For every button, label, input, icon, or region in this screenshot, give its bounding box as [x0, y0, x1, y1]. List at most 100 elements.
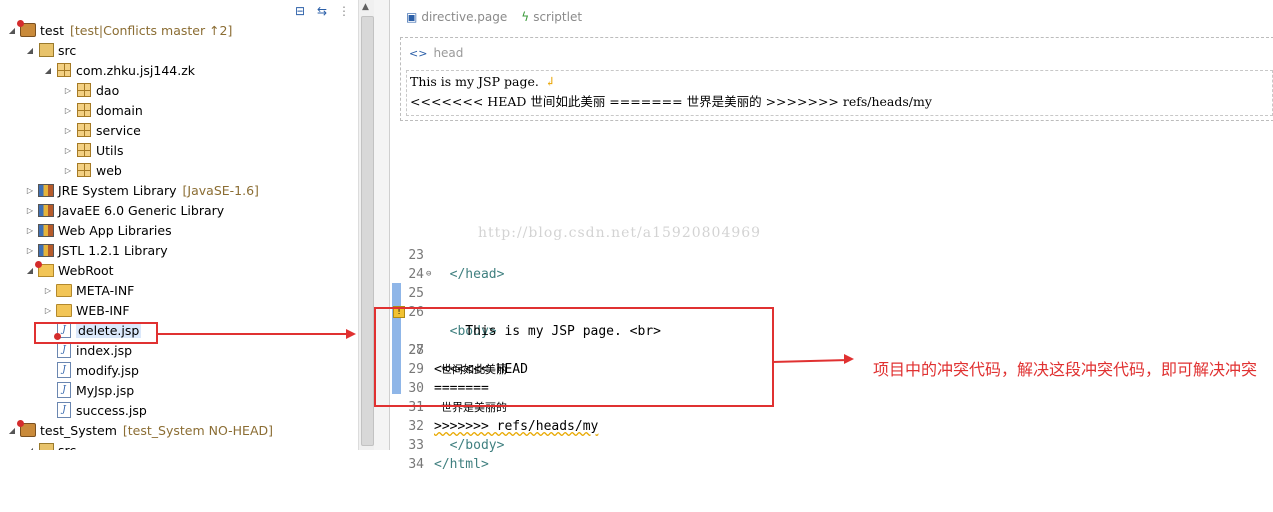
head-element-box[interactable]: <> head This is my JSP page. ↲ <<<<<<< HE…: [400, 37, 1273, 121]
collapsed-icon[interactable]: ▷: [62, 166, 74, 175]
tree-item-package-domain[interactable]: ▷ domain: [62, 100, 143, 120]
tree-item-package-utils[interactable]: ▷ Utils: [62, 140, 124, 160]
tree-item-label: modify.jsp: [76, 362, 139, 378]
expanded-icon[interactable]: ◢: [24, 446, 36, 451]
tree-item-project-test[interactable]: ◢ test [test|Conflicts master ↑2]: [6, 20, 232, 40]
jsp-file-icon: J: [56, 362, 72, 378]
body-element-box[interactable]: This is my JSP page. ↲ <<<<<<< HEAD 世间如此美…: [406, 70, 1273, 116]
jsp-file-icon: J: [56, 342, 72, 358]
git-decoration: [test_System NO-HEAD]: [122, 422, 273, 438]
body-text-line-2: <<<<<<< HEAD 世间如此美丽 ======= 世界是美丽的 >>>>>…: [410, 94, 932, 109]
tree-item-webapp-libraries[interactable]: ▷ Web App Libraries: [24, 220, 172, 240]
code-line: 25 ⊖ <body>: [390, 265, 1273, 339]
design-palette: ▣ directive.page ϟ scriptlet: [406, 10, 582, 24]
head-tag: <> head: [409, 46, 463, 60]
tree-item-src-2[interactable]: ◢ src: [24, 440, 76, 450]
tree-item-myjsp-jsp[interactable]: J MyJsp.jsp: [56, 380, 134, 400]
tag-icon: <>: [409, 46, 428, 60]
view-menu-icon[interactable]: ⋮: [336, 3, 352, 19]
arrow-right-icon: [844, 354, 854, 364]
fold-icon[interactable]: ⊖: [426, 265, 431, 284]
collapsed-icon[interactable]: ▷: [62, 146, 74, 155]
explorer-scrollbar[interactable]: ▲: [358, 0, 375, 450]
tree-item-package-web[interactable]: ▷ web: [62, 160, 122, 180]
tree-item-project-test-system[interactable]: ◢ test_System [test_System NO-HEAD]: [6, 420, 273, 440]
tree-item-package-dao[interactable]: ▷ dao: [62, 80, 119, 100]
code-line: 24: [390, 246, 1273, 282]
collapsed-icon[interactable]: ▷: [62, 86, 74, 95]
tree-item-label: com.zhku.jsj144.zk: [76, 62, 195, 78]
tree-item-label: MyJsp.jsp: [76, 382, 135, 398]
expanded-icon[interactable]: ◢: [6, 26, 18, 35]
tree-item-jre-library[interactable]: ▷ JRE System Library [JavaSE-1.6]: [24, 180, 259, 200]
expanded-icon[interactable]: ◢: [42, 66, 54, 75]
tree-item-src[interactable]: ◢ src: [24, 40, 76, 60]
tree-item-javaee-library[interactable]: ▷ JavaEE 6.0 Generic Library: [24, 200, 224, 220]
collapsed-icon[interactable]: ▷: [62, 106, 74, 115]
tree-item-label: src: [58, 442, 77, 451]
head-tag-label: head: [433, 46, 464, 60]
tree-item-label: src: [58, 42, 77, 58]
package-icon: [76, 122, 92, 138]
expanded-icon[interactable]: ◢: [24, 46, 36, 55]
line-number: 34: [408, 457, 424, 472]
tree-item-web-inf[interactable]: ▷ WEB-INF: [42, 300, 130, 320]
code-line: 34: [390, 436, 1273, 472]
source-folder-icon: [38, 42, 54, 58]
scrollbar-thumb[interactable]: [361, 16, 374, 446]
library-icon: [38, 182, 54, 198]
tree-item-webroot[interactable]: ◢ WebRoot: [24, 260, 114, 280]
collapsed-icon[interactable]: ▷: [62, 126, 74, 135]
code-line: 33 </html>: [390, 417, 1273, 472]
webroot-folder-icon: [35, 260, 54, 278]
watermark: http://blog.csdn.net/a15920804969: [478, 225, 762, 241]
project-icon: [17, 20, 36, 38]
code-text: </html>: [434, 457, 489, 472]
palette-item-directive-page[interactable]: ▣ directive.page: [406, 10, 507, 24]
tree-item-label: test: [40, 22, 65, 38]
tree-item-meta-inf[interactable]: ▷ META-INF: [42, 280, 134, 300]
package-icon: [76, 102, 92, 118]
tree-item-modify-jsp[interactable]: J modify.jsp: [56, 360, 139, 380]
tree-item-package-service[interactable]: ▷ service: [62, 120, 141, 140]
tree-item-package-root[interactable]: ◢ com.zhku.jsj144.zk: [42, 60, 195, 80]
link-with-editor-icon[interactable]: ⇆: [314, 3, 330, 19]
collapsed-icon[interactable]: ▷: [24, 226, 36, 235]
highlight-box-conflict: [374, 307, 774, 407]
design-view: ▣ directive.page ϟ scriptlet <> head Thi…: [390, 0, 1273, 234]
collapse-all-icon[interactable]: ⊟: [292, 3, 308, 19]
jsp-file-icon: J: [56, 402, 72, 418]
tree-item-label: test_System: [40, 422, 117, 438]
body-text-line-1: This is my JSP page. ↲: [410, 72, 555, 92]
code-line: 26 This is my JSP page. <br>: [390, 284, 1273, 339]
tree-item-label: WebRoot: [58, 262, 114, 278]
jsp-file-icon: J: [56, 382, 72, 398]
collapsed-icon[interactable]: ▷: [24, 246, 36, 255]
body-text: This is my JSP page.: [410, 74, 539, 89]
scroll-up-icon[interactable]: ▲: [362, 2, 369, 12]
collapsed-icon[interactable]: ▷: [42, 306, 54, 315]
source-folder-icon: [38, 442, 54, 450]
palette-item-label: scriptlet: [533, 10, 583, 24]
tree-item-label: JRE System Library: [58, 182, 177, 198]
expanded-icon[interactable]: ◢: [24, 266, 36, 275]
tree-item-label: index.jsp: [76, 342, 133, 358]
expanded-icon[interactable]: ◢: [6, 426, 18, 435]
collapsed-icon[interactable]: ▷: [24, 186, 36, 195]
folder-icon: [56, 302, 72, 318]
highlight-box-delete-jsp: [34, 322, 158, 344]
arrow-right-icon: [346, 329, 356, 339]
tree-item-success-jsp[interactable]: J success.jsp: [56, 400, 147, 420]
collapsed-icon[interactable]: ▷: [24, 206, 36, 215]
collapsed-icon[interactable]: ▷: [42, 286, 54, 295]
tree-item-jstl-library[interactable]: ▷ JSTL 1.2.1 Library: [24, 240, 168, 260]
folder-icon: [56, 282, 72, 298]
scriptlet-icon: ϟ: [521, 10, 530, 24]
tree-item-label: success.jsp: [76, 402, 147, 418]
project-icon: [17, 420, 36, 438]
package-icon: [56, 62, 72, 78]
explorer-toolbar: ⊟ ⇆ ⋮: [292, 2, 352, 20]
tree-item-label: META-INF: [76, 282, 135, 298]
arrow-line-left: [156, 333, 346, 335]
palette-item-scriptlet[interactable]: ϟ scriptlet: [521, 10, 582, 24]
